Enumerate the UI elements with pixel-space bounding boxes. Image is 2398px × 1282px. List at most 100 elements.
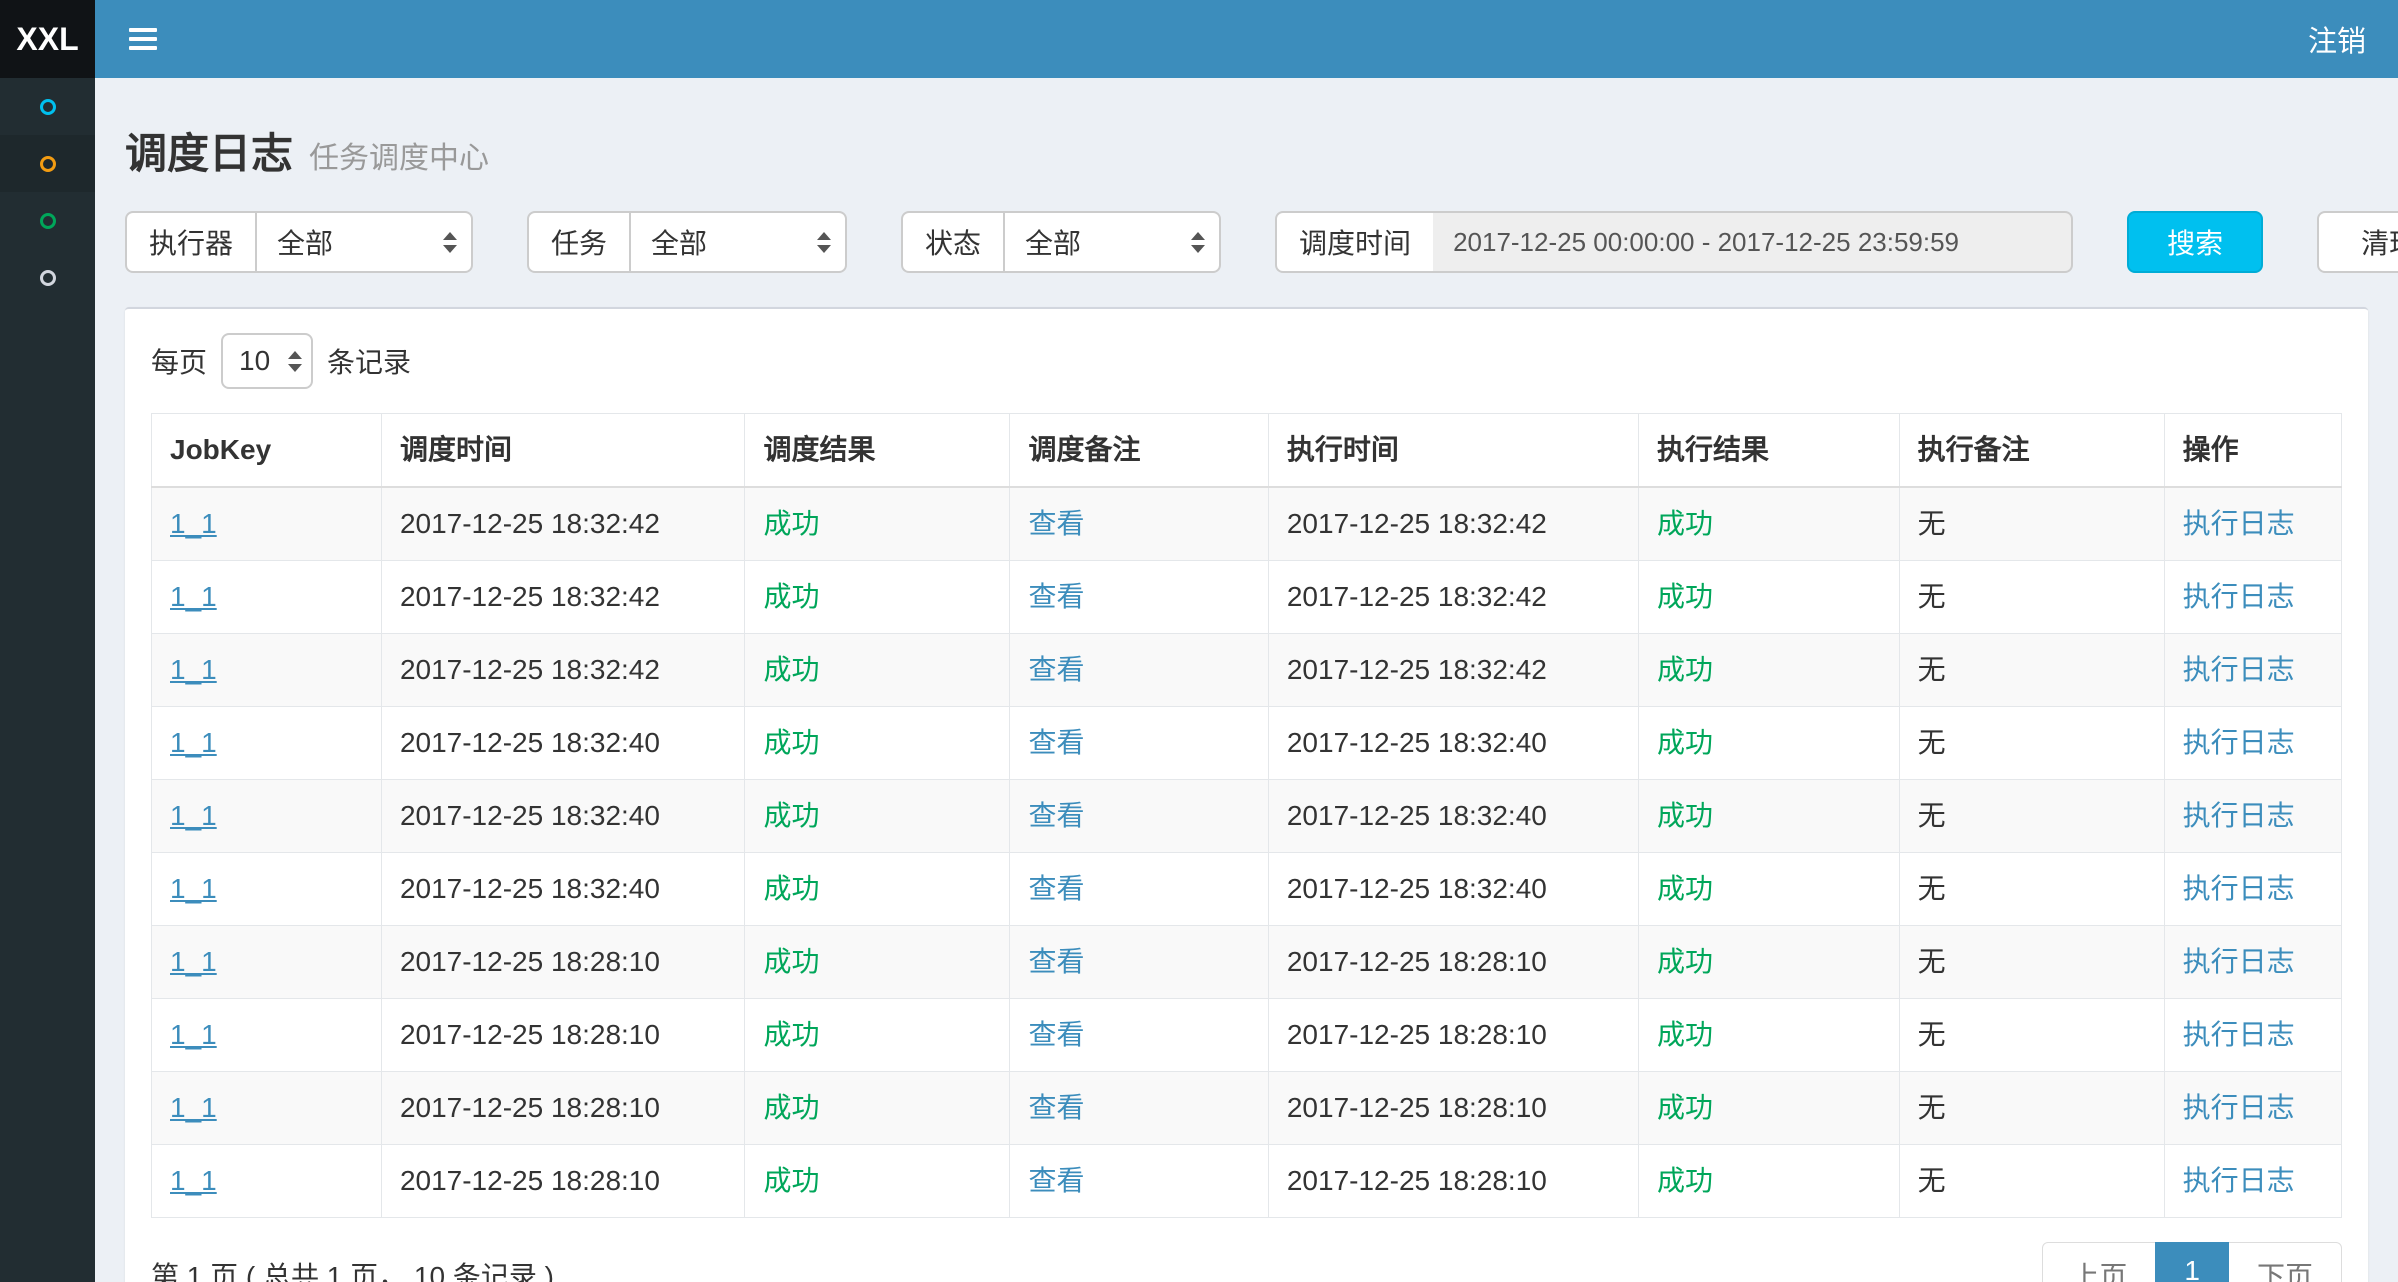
handle-msg-cell: 无 <box>1899 926 2164 999</box>
trigger-result-cell: 成功 <box>745 1145 1010 1218</box>
view-trigger-msg-link[interactable]: 查看 <box>1028 727 1084 758</box>
action-cell: 执行日志 <box>2164 1072 2341 1145</box>
jobkey-link[interactable]: 1_1 <box>170 800 217 831</box>
trigger-time-cell: 2017-12-25 18:28:10 <box>381 1072 745 1145</box>
handle-msg-cell: 无 <box>1899 1145 2164 1218</box>
exec-log-link[interactable]: 执行日志 <box>2183 946 2295 977</box>
view-trigger-msg-link[interactable]: 查看 <box>1028 873 1084 904</box>
sidebar-item-4[interactable] <box>0 249 95 306</box>
app-logo[interactable]: XXL <box>0 0 95 78</box>
handle-result-cell: 成功 <box>1638 561 1899 634</box>
header-handle-time: 执行时间 <box>1268 414 1638 488</box>
trigger-time-range-input[interactable] <box>1433 211 2073 273</box>
handle-msg-cell: 无 <box>1899 561 2164 634</box>
exec-log-link[interactable]: 执行日志 <box>2183 1165 2295 1196</box>
per-page-suffix-label: 条记录 <box>327 341 411 381</box>
jobkey-link[interactable]: 1_1 <box>170 946 217 977</box>
handle-result-cell: 成功 <box>1638 999 1899 1072</box>
hamburger-menu-icon <box>129 28 157 50</box>
exec-log-link[interactable]: 执行日志 <box>2183 727 2295 758</box>
sidebar <box>0 78 95 1282</box>
trigger-time-cell: 2017-12-25 18:32:42 <box>381 561 745 634</box>
sidebar-item-2[interactable] <box>0 135 95 192</box>
clear-button[interactable]: 清理 <box>2317 211 2398 273</box>
table-row: 1_1 2017-12-25 18:32:42 成功 查看 2017-12-25… <box>152 634 2342 707</box>
view-trigger-msg-link[interactable]: 查看 <box>1028 1092 1084 1123</box>
status-select-value: 全部 <box>1025 222 1081 262</box>
exec-log-link[interactable]: 执行日志 <box>2183 654 2295 685</box>
per-page-prefix-label: 每页 <box>151 341 207 381</box>
filter-executor-group: 执行器 全部 <box>125 211 473 273</box>
jobkey-link[interactable]: 1_1 <box>170 581 217 612</box>
jobkey-link[interactable]: 1_1 <box>170 1019 217 1050</box>
jobkey-link[interactable]: 1_1 <box>170 654 217 685</box>
jobkey-cell: 1_1 <box>152 1072 382 1145</box>
view-trigger-msg-link[interactable]: 查看 <box>1028 508 1084 539</box>
exec-log-link[interactable]: 执行日志 <box>2183 508 2295 539</box>
per-page-select[interactable]: 10 <box>221 333 313 389</box>
handle-result-cell: 成功 <box>1638 634 1899 707</box>
action-cell: 执行日志 <box>2164 634 2341 707</box>
view-trigger-msg-link[interactable]: 查看 <box>1028 581 1084 612</box>
action-cell: 执行日志 <box>2164 1145 2341 1218</box>
circle-outline-icon <box>40 270 56 286</box>
pagination-prev-button[interactable]: 上页 <box>2042 1242 2156 1282</box>
trigger-time-cell: 2017-12-25 18:28:10 <box>381 926 745 999</box>
trigger-msg-cell: 查看 <box>1010 707 1268 780</box>
content-area: 调度日志 任务调度中心 执行器 全部 任务 全部 状态 全部 调度 <box>95 78 2398 1282</box>
jobkey-link[interactable]: 1_1 <box>170 1092 217 1123</box>
trigger-msg-cell: 查看 <box>1010 487 1268 561</box>
handle-time-cell: 2017-12-25 18:28:10 <box>1268 999 1638 1072</box>
exec-log-link[interactable]: 执行日志 <box>2183 1019 2295 1050</box>
pagination-page-1-button[interactable]: 1 <box>2155 1242 2229 1282</box>
table-row: 1_1 2017-12-25 18:32:40 成功 查看 2017-12-25… <box>152 780 2342 853</box>
sidebar-item-1[interactable] <box>0 78 95 135</box>
jobkey-link[interactable]: 1_1 <box>170 508 217 539</box>
trigger-result-cell: 成功 <box>745 780 1010 853</box>
jobkey-cell: 1_1 <box>152 926 382 999</box>
table-footer: 第 1 页 ( 总共 1 页， 10 条记录 ) 上页 1 下页 <box>151 1242 2342 1282</box>
logout-link[interactable]: 注销 <box>2308 18 2366 60</box>
handle-result-cell: 成功 <box>1638 707 1899 780</box>
handle-time-cell: 2017-12-25 18:32:40 <box>1268 780 1638 853</box>
view-trigger-msg-link[interactable]: 查看 <box>1028 654 1084 685</box>
exec-log-link[interactable]: 执行日志 <box>2183 873 2295 904</box>
select-stepper-icon <box>443 232 457 253</box>
status-select[interactable]: 全部 <box>1003 211 1221 273</box>
view-trigger-msg-link[interactable]: 查看 <box>1028 946 1084 977</box>
table-row: 1_1 2017-12-25 18:32:40 成功 查看 2017-12-25… <box>152 853 2342 926</box>
jobkey-link[interactable]: 1_1 <box>170 727 217 758</box>
view-trigger-msg-link[interactable]: 查看 <box>1028 1165 1084 1196</box>
exec-log-link[interactable]: 执行日志 <box>2183 800 2295 831</box>
trigger-time-cell: 2017-12-25 18:28:10 <box>381 1145 745 1218</box>
executor-select[interactable]: 全部 <box>255 211 473 273</box>
sidebar-item-3[interactable] <box>0 192 95 249</box>
jobkey-link[interactable]: 1_1 <box>170 873 217 904</box>
table-row: 1_1 2017-12-25 18:32:42 成功 查看 2017-12-25… <box>152 487 2342 561</box>
handle-msg-cell: 无 <box>1899 780 2164 853</box>
circle-outline-icon <box>40 156 56 172</box>
select-stepper-icon <box>817 232 831 253</box>
jobkey-cell: 1_1 <box>152 487 382 561</box>
handle-time-cell: 2017-12-25 18:28:10 <box>1268 926 1638 999</box>
search-button[interactable]: 搜索 <box>2127 211 2263 273</box>
view-trigger-msg-link[interactable]: 查看 <box>1028 1019 1084 1050</box>
job-select[interactable]: 全部 <box>629 211 847 273</box>
filter-time-group: 调度时间 <box>1275 211 2073 273</box>
exec-log-link[interactable]: 执行日志 <box>2183 1092 2295 1123</box>
sidebar-toggle-button[interactable] <box>121 15 165 63</box>
handle-msg-cell: 无 <box>1899 853 2164 926</box>
header-trigger-time: 调度时间 <box>381 414 745 488</box>
handle-time-cell: 2017-12-25 18:32:42 <box>1268 487 1638 561</box>
handle-msg-cell: 无 <box>1899 999 2164 1072</box>
filter-status-group: 状态 全部 <box>901 211 1221 273</box>
trigger-result-cell: 成功 <box>745 707 1010 780</box>
exec-log-link[interactable]: 执行日志 <box>2183 581 2295 612</box>
view-trigger-msg-link[interactable]: 查看 <box>1028 800 1084 831</box>
trigger-msg-cell: 查看 <box>1010 634 1268 707</box>
pagination-next-button[interactable]: 下页 <box>2228 1242 2342 1282</box>
handle-time-cell: 2017-12-25 18:32:40 <box>1268 853 1638 926</box>
page-subtitle: 任务调度中心 <box>309 133 489 177</box>
jobkey-link[interactable]: 1_1 <box>170 1165 217 1196</box>
table-row: 1_1 2017-12-25 18:28:10 成功 查看 2017-12-25… <box>152 999 2342 1072</box>
